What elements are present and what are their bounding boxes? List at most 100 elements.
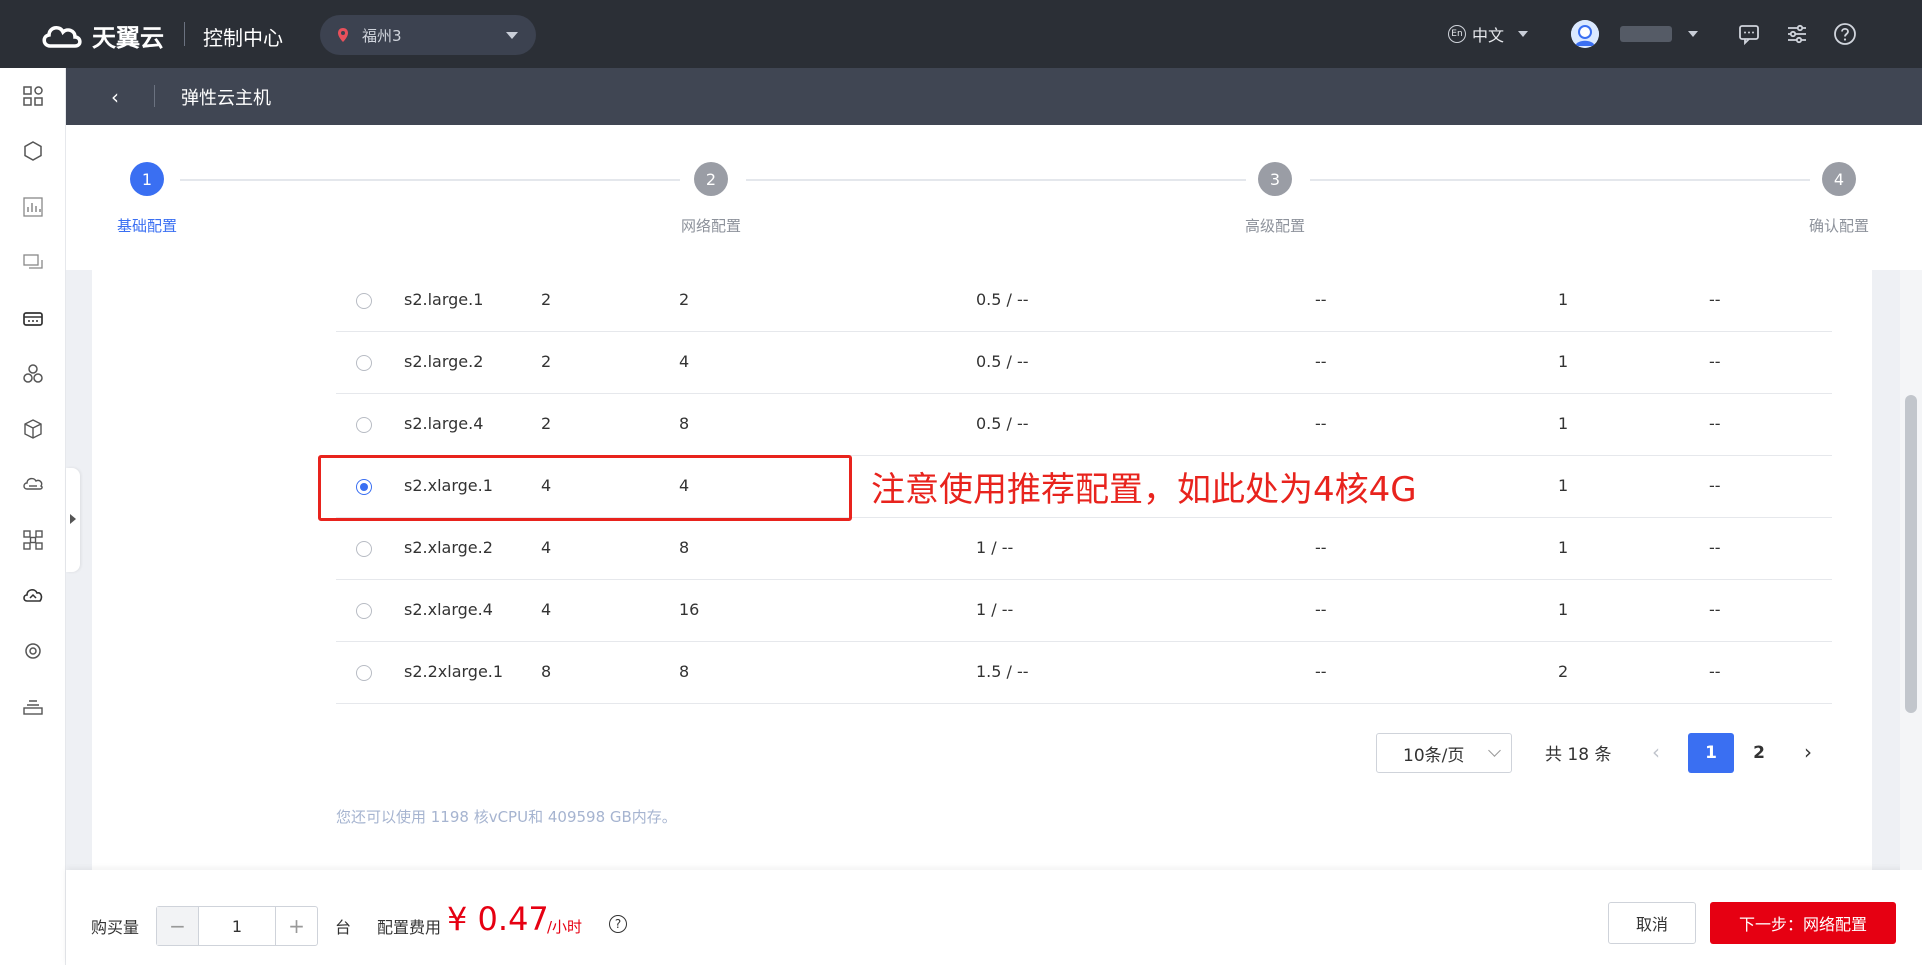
language-label: 中文 — [1472, 26, 1505, 45]
memory-cell: 16 — [679, 600, 700, 619]
table-row[interactable]: s2.xlarge.4 4 16 1 / -- -- 1 -- — [336, 580, 1832, 642]
page-size-select[interactable]: 10条/页 — [1376, 733, 1512, 773]
step-connector — [180, 179, 680, 181]
step-connector — [1310, 179, 1810, 181]
settings-sliders-icon[interactable] — [1785, 22, 1809, 46]
help-icon[interactable]: ? — [609, 915, 627, 933]
cost-label: 配置费用 — [377, 918, 442, 937]
table-row[interactable]: s2.large.4 2 8 0.5 / -- -- 1 -- — [336, 394, 1832, 456]
price-value: ¥ 0.47 — [447, 900, 549, 938]
row-radio[interactable] — [356, 603, 372, 619]
quantity-input[interactable]: 1 — [199, 907, 275, 945]
help-icon[interactable] — [1833, 22, 1857, 46]
region-value: 福州3 — [362, 26, 402, 45]
table-cell: -- — [1709, 290, 1721, 309]
table-cell: -- — [1709, 476, 1721, 495]
bandwidth-cell: 1 / -- — [976, 538, 1014, 557]
table-cell: 1 — [1558, 352, 1569, 371]
flavor-name: s2.2xlarge.1 — [404, 662, 504, 681]
next-page-button[interactable]: › — [1804, 740, 1812, 780]
table-row[interactable]: s2.xlarge.2 4 8 1 / -- -- 1 -- — [336, 518, 1832, 580]
vcpu-cell: 4 — [541, 600, 552, 619]
page-1-button[interactable]: 1 — [1688, 733, 1734, 773]
quantity-stepper: − 1 + — [156, 906, 318, 946]
cloud-sync-icon[interactable] — [22, 584, 44, 606]
table-cell: 1 — [1558, 476, 1569, 495]
table-cell: -- — [1315, 600, 1327, 619]
language-switcher[interactable]: En 中文 — [1448, 22, 1529, 46]
chat-icon[interactable] — [22, 252, 44, 274]
decrease-button[interactable]: − — [157, 907, 199, 945]
table-cell: -- — [1315, 352, 1327, 371]
step-connector — [746, 179, 1246, 181]
table-row[interactable]: s2.large.1 2 2 0.5 / -- -- 1 -- — [336, 270, 1832, 332]
table-cell: 1 — [1558, 414, 1569, 433]
table-cell: -- — [1709, 352, 1721, 371]
top-navbar: 天翼云 控制中心 福州3 En 中文 — [0, 0, 1922, 68]
cloud-storage-icon[interactable] — [22, 473, 44, 495]
annotation-highlight-box — [318, 455, 852, 521]
table-cell: -- — [1709, 538, 1721, 557]
vcpu-cell: 2 — [541, 414, 552, 433]
database-icon[interactable] — [22, 695, 44, 717]
security-icon[interactable] — [22, 640, 44, 662]
vcpu-cell: 8 — [541, 662, 552, 681]
bandwidth-cell: 0.5 / -- — [976, 290, 1029, 309]
order-footer: 购买量 − 1 + 台 配置费用 ¥ 0.47 /小时 ? 取消 下一步：网络配… — [66, 870, 1922, 965]
row-radio[interactable] — [356, 665, 372, 681]
chevron-down-icon[interactable] — [1688, 31, 1698, 37]
chart-icon[interactable] — [22, 196, 44, 218]
step-4-indicator[interactable]: 4 — [1822, 162, 1856, 196]
cube-icon[interactable] — [22, 140, 44, 162]
step-2-indicator[interactable]: 2 — [694, 162, 728, 196]
page-2-button[interactable]: 2 — [1744, 733, 1774, 773]
quantity-label: 购买量 — [91, 918, 140, 937]
cluster-icon[interactable] — [22, 363, 44, 385]
box-icon[interactable] — [22, 418, 44, 440]
table-cell: 1 — [1558, 538, 1569, 557]
next-step-button[interactable]: 下一步：网络配置 — [1710, 902, 1896, 944]
console-title[interactable]: 控制中心 — [203, 22, 283, 51]
bandwidth-cell: 0.5 / -- — [976, 352, 1029, 371]
network-icon[interactable] — [22, 529, 44, 551]
row-radio[interactable] — [356, 417, 372, 433]
wizard-steps: 1 2 3 4 基础配置 网络配置 高级配置 确认配置 — [66, 125, 1922, 270]
sidebar-expand-toggle[interactable] — [66, 468, 80, 572]
server-icon[interactable] — [22, 308, 44, 330]
table-cell: -- — [1315, 538, 1327, 557]
flavor-name: s2.xlarge.2 — [404, 538, 493, 557]
table-row[interactable]: s2.2xlarge.1 8 8 1.5 / -- -- 2 -- — [336, 642, 1832, 704]
scrollbar-thumb[interactable] — [1905, 395, 1917, 713]
memory-cell: 2 — [679, 290, 690, 309]
dashboard-grid-icon[interactable] — [22, 85, 44, 107]
row-radio[interactable] — [356, 293, 372, 309]
prev-page-button[interactable]: ‹ — [1652, 740, 1660, 780]
avatar[interactable] — [1571, 20, 1599, 48]
quota-note: 您还可以使用 1198 核vCPU和 409598 GB内存。 — [336, 808, 677, 826]
table-cell: 1 — [1558, 290, 1569, 309]
row-radio[interactable] — [356, 541, 372, 557]
step-1-indicator[interactable]: 1 — [130, 162, 164, 196]
step-4-label: 确认配置 — [1808, 217, 1869, 235]
cancel-button[interactable]: 取消 — [1608, 902, 1696, 944]
region-selector[interactable]: 福州3 — [320, 15, 536, 55]
step-2-label: 网络配置 — [680, 217, 741, 235]
brand-logo[interactable]: 天翼云 — [40, 18, 164, 53]
left-sidebar — [0, 68, 66, 965]
step-3-indicator[interactable]: 3 — [1258, 162, 1292, 196]
table-cell: -- — [1709, 662, 1721, 681]
increase-button[interactable]: + — [275, 907, 317, 945]
step-3-label: 高级配置 — [1244, 217, 1305, 235]
back-icon[interactable]: ‹ — [111, 85, 119, 109]
price-unit: /小时 — [547, 918, 583, 936]
page-title: 弹性云主机 — [181, 88, 271, 109]
vcpu-cell: 4 — [541, 538, 552, 557]
message-icon[interactable] — [1737, 22, 1761, 46]
divider — [184, 22, 185, 46]
flavor-name: s2.xlarge.4 — [404, 600, 493, 619]
row-radio[interactable] — [356, 355, 372, 371]
table-row[interactable]: s2.large.2 2 4 0.5 / -- -- 1 -- — [336, 332, 1832, 394]
cloud-logo-icon — [42, 25, 82, 48]
bandwidth-cell: 1 / -- — [976, 600, 1014, 619]
username-redacted[interactable] — [1620, 26, 1672, 42]
